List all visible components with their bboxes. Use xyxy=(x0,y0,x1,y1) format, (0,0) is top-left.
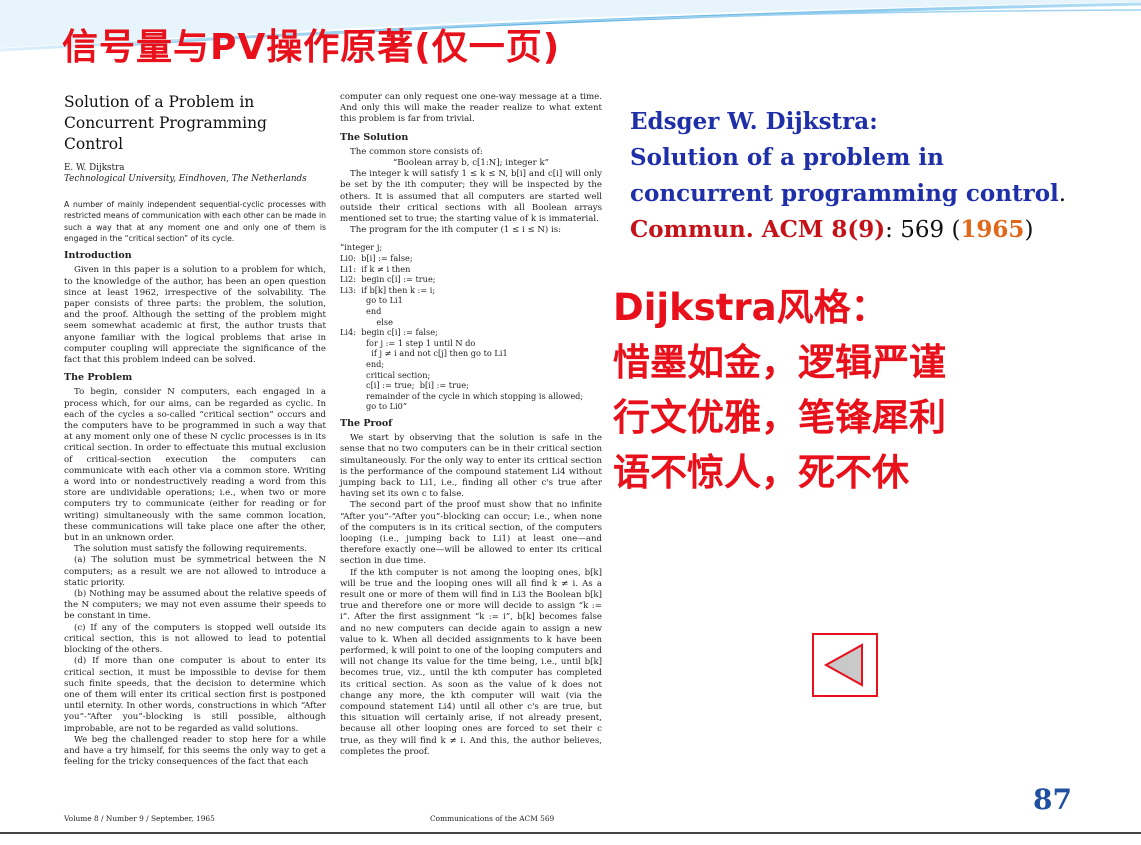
paper-title-line1: Solution of a Problem in xyxy=(64,93,255,111)
solution-paragraph-3: The program for the ith computer (1 ≤ i … xyxy=(350,225,562,236)
citation-title-line1: Solution of a problem in xyxy=(630,144,944,171)
citation-title-line2: concurrent programming control. xyxy=(630,176,1130,212)
intro-paragraph: Given in this paper is a solution to a p… xyxy=(64,265,326,366)
section-heading-introduction: Introduction xyxy=(64,250,132,262)
requirement-a: (a) The solution must be symmetrical bet… xyxy=(64,555,326,588)
citation-author: Edsger W. Dijkstra: xyxy=(630,108,878,135)
paper-affiliation: Technological University, Eindhoven, The… xyxy=(64,174,307,184)
problem-paragraph-2: The solution must satisfy the following … xyxy=(74,544,308,555)
proof-paragraph-3: If the kth computer is not among the loo… xyxy=(340,567,602,757)
right-top-paragraph: computer can only request one one-way me… xyxy=(340,92,602,125)
style-line-3: 语不惊人，死不休 xyxy=(613,451,909,494)
citation-title-period: . xyxy=(1058,181,1067,207)
requirement-d: (d) If more than one computer is about t… xyxy=(64,656,326,734)
proof-paragraph-2: The second part of the proof must show t… xyxy=(340,500,602,567)
citation-journal: Commun. ACM 8(9) xyxy=(630,216,886,243)
style-line-1: 惜墨如金，逻辑严谨 xyxy=(613,341,946,384)
problem-paragraph-1: To begin, consider N computers, each eng… xyxy=(64,387,326,544)
paper-title-line2: Concurrent Programming Control xyxy=(64,114,267,153)
requirement-c: (c) If any of the computers is stopped w… xyxy=(64,622,326,656)
section-heading-proof: The Proof xyxy=(340,417,393,429)
beg-paragraph: We beg the challenged reader to stop her… xyxy=(64,734,326,768)
citation-source: Commun. ACM 8(9): 569 (1965) xyxy=(630,212,1130,248)
citation-year: 1965 xyxy=(960,216,1025,243)
style-line-2: 行文优雅，笔锋犀利 xyxy=(613,396,946,439)
citation-pages: : 569 ( xyxy=(885,217,961,243)
proof-paragraph-1: We start by observing that the solution … xyxy=(340,433,602,500)
paper-abstract: A number of mainly independent sequentia… xyxy=(64,200,326,243)
paper-left-column: Solution of a Problem in Concurrent Prog… xyxy=(64,92,326,768)
paper-title: Solution of a Problem in Concurrent Prog… xyxy=(64,92,326,155)
citation-close: ) xyxy=(1024,217,1034,243)
slide-title: 信号量与PV操作原著(仅一页) xyxy=(62,27,561,68)
previous-slide-button[interactable] xyxy=(812,633,878,697)
paper-scan: Solution of a Problem in Concurrent Prog… xyxy=(60,92,610,832)
paper-footer-left: Volume 8 / Number 9 / September, 1965 xyxy=(64,814,215,823)
style-heading: Dijkstra风格： xyxy=(613,286,888,329)
citation-title-text: concurrent programming control xyxy=(630,180,1059,207)
algorithm-code: “integer j; Li0: b[i] := false; Li1: if … xyxy=(340,242,584,412)
paper-footer-right: Communications of the ACM 569 xyxy=(430,814,555,823)
dijkstra-style-block: Dijkstra风格： 惜墨如金，逻辑严谨 行文优雅，笔锋犀利 语不惊人，死不休 xyxy=(613,280,1133,500)
slide-page-number: 87 xyxy=(1033,783,1072,816)
paper-author: E. W. Dijkstra xyxy=(64,163,125,173)
section-heading-solution: The Solution xyxy=(340,131,409,143)
solution-paragraph-1: The common store consists of: xyxy=(350,146,483,157)
section-heading-problem: The Problem xyxy=(64,372,133,384)
paper-right-column: computer can only request one one-way me… xyxy=(340,92,602,758)
solution-paragraph-2: The integer k will satisfy 1 ≤ k ≤ N, b[… xyxy=(340,169,602,225)
bottom-divider xyxy=(0,832,1141,834)
citation-block: Edsger W. Dijkstra: Solution of a proble… xyxy=(630,104,1130,248)
back-triangle-icon xyxy=(823,643,863,687)
requirement-b: (b) Nothing may be assumed about the rel… xyxy=(64,589,326,622)
solution-declaration: “Boolean array b, c[1:N]; integer k” xyxy=(392,158,550,169)
